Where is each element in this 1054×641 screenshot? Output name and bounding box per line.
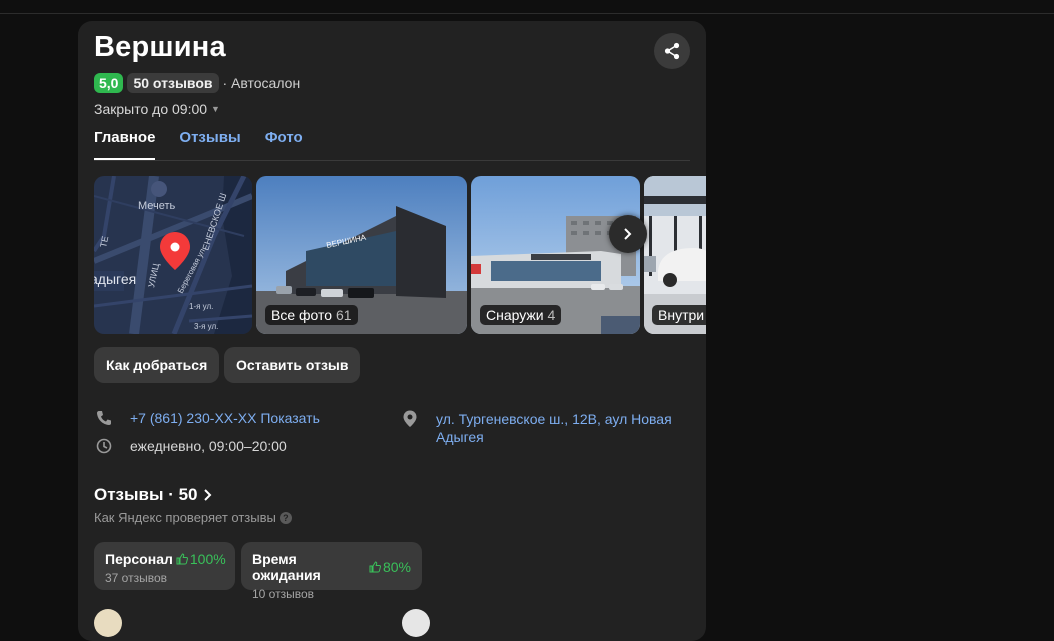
gallery-all-photos-text: Все фото — [271, 307, 333, 323]
opening-status-dropdown[interactable]: Закрыто до 09:00 ▼ — [94, 101, 220, 117]
reviews-heading[interactable]: Отзывы · 50 — [94, 485, 214, 505]
gallery-outside-count: 4 — [547, 307, 556, 323]
gallery-outside-label: Снаружи 4 — [480, 305, 562, 325]
gallery-all-photos[interactable]: ВЕРШИНА Все фото 61 — [256, 176, 467, 334]
gallery-inside-text: Внутри — [658, 307, 705, 323]
reviews-heading-text: Отзывы · 50 — [94, 485, 198, 504]
avatar — [94, 609, 122, 637]
map-label-adygea: адыгея — [94, 271, 136, 287]
location-pin-icon — [402, 410, 436, 428]
map-label-third: 3-я ул. — [194, 322, 218, 331]
help-icon: ? — [279, 511, 292, 524]
phone-link[interactable]: +7 (861) 230-XX-XX Показать — [130, 410, 320, 426]
thumbs-up-icon — [176, 553, 188, 565]
chevron-right-icon — [203, 489, 211, 501]
hours-row: ежедневно, 09:00–20:00 — [96, 438, 287, 454]
tab-main[interactable]: Главное — [94, 129, 156, 160]
address-link[interactable]: ул. Тургеневское ш., 12В, аул Новая Адыг… — [436, 410, 672, 446]
aspect-staff-percent: 100% — [189, 551, 226, 567]
place-title: Вершина — [94, 31, 226, 63]
tab-photos[interactable]: Фото — [265, 129, 303, 159]
aspect-waiting-percent: 80% — [382, 559, 411, 575]
tab-bar: Главное Отзывы Фото — [94, 129, 690, 161]
thumbs-up-icon — [369, 561, 381, 573]
clock-icon — [96, 438, 130, 454]
aspect-waiting-count: 10 отзывов — [252, 587, 315, 601]
aspect-chip-waiting[interactable]: Время ожидания 80% 10 отзывов — [241, 542, 422, 601]
share-icon — [664, 42, 680, 60]
place-meta: 5,0 50 отзывов · Автосалон — [94, 73, 300, 93]
gallery-inside-label: Внутри — [652, 305, 706, 325]
gallery-all-photos-label: Все фото 61 — [265, 305, 358, 325]
aspect-staff-name: Персонал — [105, 551, 173, 567]
avatar — [402, 609, 430, 637]
gallery-outside-text: Снаружи — [486, 307, 544, 323]
place-card: Вершина 5,0 50 отзывов · Автосалон Закры… — [78, 21, 706, 641]
map-label-first: 1-я ул. — [189, 302, 213, 311]
address-line-2: Адыгея — [436, 429, 484, 445]
rating-badge: 5,0 — [94, 73, 124, 93]
opening-hours: ежедневно, 09:00–20:00 — [130, 438, 287, 454]
gallery-outside[interactable]: Снаружи 4 — [471, 176, 640, 334]
map-preview[interactable]: Мечеть ЕНЕВСКОЕ Ш Береговая ул. УЛИЦ ТЕ … — [94, 176, 252, 334]
gallery-next-button[interactable] — [609, 215, 647, 253]
top-divider — [0, 13, 1054, 14]
chevron-right-icon — [624, 228, 632, 240]
reviews-count-badge[interactable]: 50 отзывов — [127, 73, 219, 93]
aspect-waiting-name: Время ожидания — [252, 551, 321, 583]
opening-status-text: Закрыто до 09:00 — [94, 101, 208, 117]
place-category: · Автосалон — [222, 75, 301, 91]
phone-icon — [96, 410, 130, 426]
route-button[interactable]: Как добраться — [94, 347, 220, 383]
phone-row: +7 (861) 230-XX-XX Показать — [96, 410, 320, 426]
address-line-1: ул. Тургеневское ш., 12В, аул Новая — [436, 411, 672, 427]
aspect-staff-count: 37 отзывов — [105, 571, 168, 585]
tab-reviews[interactable]: Отзывы — [179, 129, 240, 159]
media-gallery: Мечеть ЕНЕВСКОЕ Ш Береговая ул. УЛИЦ ТЕ … — [94, 176, 706, 334]
leave-review-button[interactable]: Оставить отзыв — [224, 347, 361, 383]
map-label-mosque: Мечеть — [138, 200, 176, 212]
review-check-text: Как Яндекс проверяет отзывы — [94, 510, 276, 525]
caret-down-icon: ▼ — [211, 104, 220, 114]
aspect-chip-staff[interactable]: Персонал 100% 37 отзывов — [94, 542, 235, 590]
address-row: ул. Тургеневское ш., 12В, аул Новая Адыг… — [402, 410, 672, 446]
gallery-all-photos-count: 61 — [335, 307, 352, 323]
gallery-inside[interactable]: Внутри — [644, 176, 706, 334]
share-button[interactable] — [654, 33, 690, 69]
review-check-link[interactable]: Как Яндекс проверяет отзывы ? — [94, 510, 292, 525]
